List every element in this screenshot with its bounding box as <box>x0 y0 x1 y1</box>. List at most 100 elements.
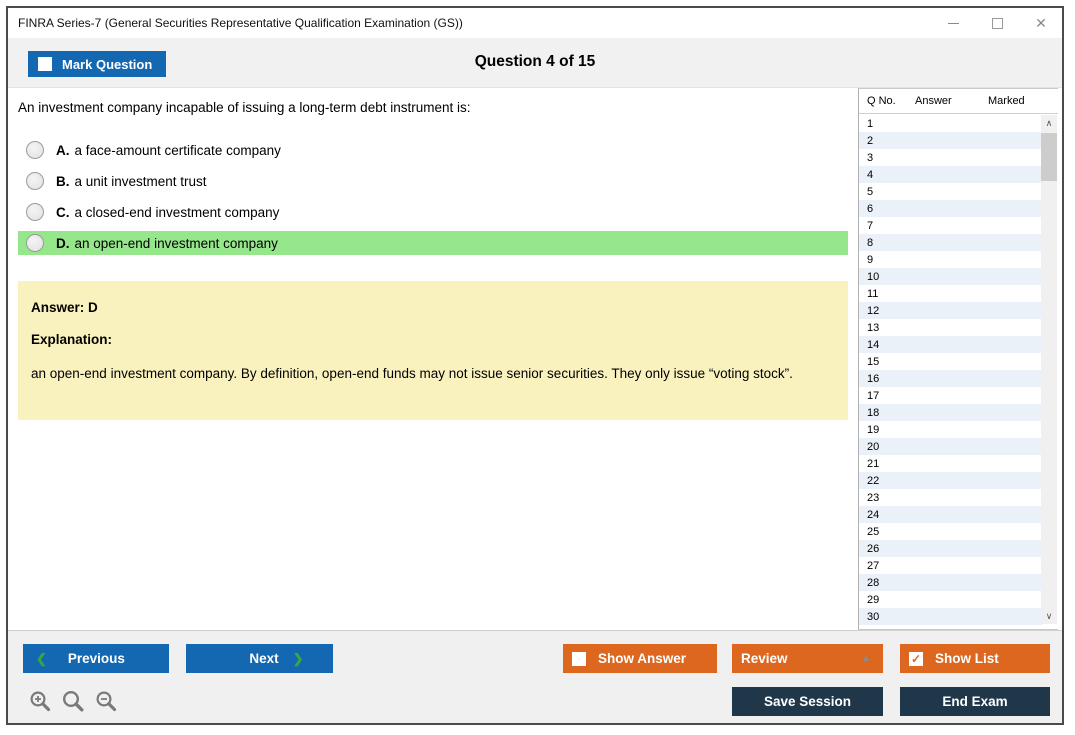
question-list-row[interactable]: 23 <box>859 489 1042 506</box>
option-letter: D. <box>56 235 70 251</box>
question-list-row[interactable]: 15 <box>859 353 1042 370</box>
question-list-row[interactable]: 25 <box>859 523 1042 540</box>
window-title: FINRA Series-7 (General Securities Repre… <box>18 16 463 30</box>
question-list-row[interactable]: 9 <box>859 251 1042 268</box>
option-text: a closed-end investment company <box>74 204 280 220</box>
maximize-icon <box>991 17 1003 29</box>
magnifier-minus-icon <box>96 691 117 712</box>
column-header-marked: Marked <box>988 95 1025 107</box>
answer-option[interactable]: C. a closed-end investment company <box>18 200 848 224</box>
zoom-reset-button[interactable] <box>61 689 87 715</box>
show-answer-label: Show Answer <box>598 651 687 666</box>
question-list-row[interactable]: 20 <box>859 438 1042 455</box>
cell-qno: 8 <box>867 236 874 249</box>
show-list-checkbox[interactable]: ✓ <box>909 651 923 666</box>
save-session-button[interactable]: Save Session <box>732 687 883 716</box>
question-list-row[interactable]: 16 <box>859 370 1042 387</box>
show-list-label: Show List <box>935 651 999 666</box>
cell-qno: 27 <box>867 559 880 572</box>
window-controls: ✕ <box>946 8 1048 38</box>
cell-qno: 2 <box>867 134 874 147</box>
cell-qno: 24 <box>867 508 880 521</box>
question-list-row[interactable]: 4 <box>859 166 1042 183</box>
close-button[interactable]: ✕ <box>1034 16 1048 30</box>
explanation-text: an open-end investment company. By defin… <box>31 366 793 381</box>
maximize-button[interactable] <box>990 16 1004 30</box>
question-list-row[interactable]: 14 <box>859 336 1042 353</box>
question-list-row[interactable]: 21 <box>859 455 1042 472</box>
magnifier-icon <box>62 690 84 712</box>
app-window: FINRA Series-7 (General Securities Repre… <box>6 6 1064 725</box>
show-list-button[interactable]: ✓ Show List <box>900 644 1050 673</box>
question-list-scrollbar[interactable]: ∧ ∨ <box>1041 115 1057 624</box>
next-button[interactable]: Next ❯ <box>186 644 333 673</box>
cell-qno: 12 <box>867 304 880 317</box>
question-list-row[interactable]: 10 <box>859 268 1042 285</box>
cell-qno: 20 <box>867 440 880 453</box>
question-list-row[interactable]: 26 <box>859 540 1042 557</box>
question-list-row[interactable]: 2 <box>859 132 1042 149</box>
cell-qno: 22 <box>867 474 880 487</box>
cell-qno: 25 <box>867 525 880 538</box>
question-list-row[interactable]: 11 <box>859 285 1042 302</box>
radio-button[interactable] <box>26 234 44 252</box>
cell-qno: 15 <box>867 355 880 368</box>
question-area: An investment company incapable of issui… <box>8 88 858 630</box>
previous-button[interactable]: ❮ Previous <box>23 644 169 673</box>
question-list-row[interactable]: 19 <box>859 421 1042 438</box>
chevron-left-icon: ❮ <box>36 651 47 666</box>
question-list-row[interactable]: 12 <box>859 302 1042 319</box>
question-list-row[interactable]: 18 <box>859 404 1042 421</box>
show-answer-button[interactable]: ✓ Show Answer <box>563 644 717 673</box>
cell-qno: 14 <box>867 338 880 351</box>
scrollbar-thumb[interactable] <box>1041 133 1057 181</box>
cell-qno: 30 <box>867 610 880 623</box>
question-list-row[interactable]: 6 <box>859 200 1042 217</box>
zoom-in-button[interactable] <box>28 689 54 715</box>
question-list-row[interactable]: 1 <box>859 115 1042 132</box>
zoom-controls <box>28 689 120 715</box>
question-list-row[interactable]: 30 <box>859 608 1042 625</box>
question-list-row[interactable]: 17 <box>859 387 1042 404</box>
next-label: Next <box>249 651 279 666</box>
review-button[interactable]: Review ▲ <box>732 644 883 673</box>
question-list-row[interactable]: 29 <box>859 591 1042 608</box>
question-list-row[interactable]: 7 <box>859 217 1042 234</box>
end-exam-label: End Exam <box>942 694 1008 709</box>
previous-label: Previous <box>67 651 125 666</box>
answer-option[interactable]: A. a face-amount certificate company <box>18 138 848 162</box>
option-text: an open-end investment company <box>74 235 278 251</box>
question-list-row[interactable]: 3 <box>859 149 1042 166</box>
explanation-label: Explanation: <box>31 332 113 347</box>
option-text: a unit investment trust <box>74 173 207 189</box>
option-letter: A. <box>56 142 70 158</box>
header-band: ✓ Mark Question Question 4 of 15 <box>8 38 1062 88</box>
cell-qno: 29 <box>867 593 880 606</box>
zoom-out-button[interactable] <box>94 689 120 715</box>
scroll-down-icon[interactable]: ∨ <box>1041 608 1057 624</box>
question-list-row[interactable]: 28 <box>859 574 1042 591</box>
chevron-right-icon: ❯ <box>292 651 304 666</box>
cell-qno: 5 <box>867 185 874 198</box>
question-list-panel: Q No. Answer Marked 1 2 3 4 5 6 7 8 9 10… <box>858 88 1058 630</box>
option-letter: C. <box>56 204 70 220</box>
minimize-button[interactable] <box>946 16 960 30</box>
answer-option[interactable]: D. an open-end investment company <box>18 231 848 255</box>
radio-button[interactable] <box>26 141 44 159</box>
question-list-row[interactable]: 13 <box>859 319 1042 336</box>
show-answer-checkbox[interactable]: ✓ <box>572 651 586 666</box>
scroll-up-icon[interactable]: ∧ <box>1041 115 1057 131</box>
question-list-row[interactable]: 22 <box>859 472 1042 489</box>
close-icon: ✕ <box>1035 15 1047 31</box>
cell-qno: 23 <box>867 491 880 504</box>
question-list-header: Q No. Answer Marked <box>859 89 1058 114</box>
question-list-row[interactable]: 27 <box>859 557 1042 574</box>
question-list-row[interactable]: 5 <box>859 183 1042 200</box>
question-list-row[interactable]: 24 <box>859 506 1042 523</box>
radio-button[interactable] <box>26 172 44 190</box>
answer-option[interactable]: B. a unit investment trust <box>18 169 848 193</box>
end-exam-button[interactable]: End Exam <box>900 687 1050 716</box>
title-bar: FINRA Series-7 (General Securities Repre… <box>8 8 1062 38</box>
radio-button[interactable] <box>26 203 44 221</box>
question-list-row[interactable]: 8 <box>859 234 1042 251</box>
